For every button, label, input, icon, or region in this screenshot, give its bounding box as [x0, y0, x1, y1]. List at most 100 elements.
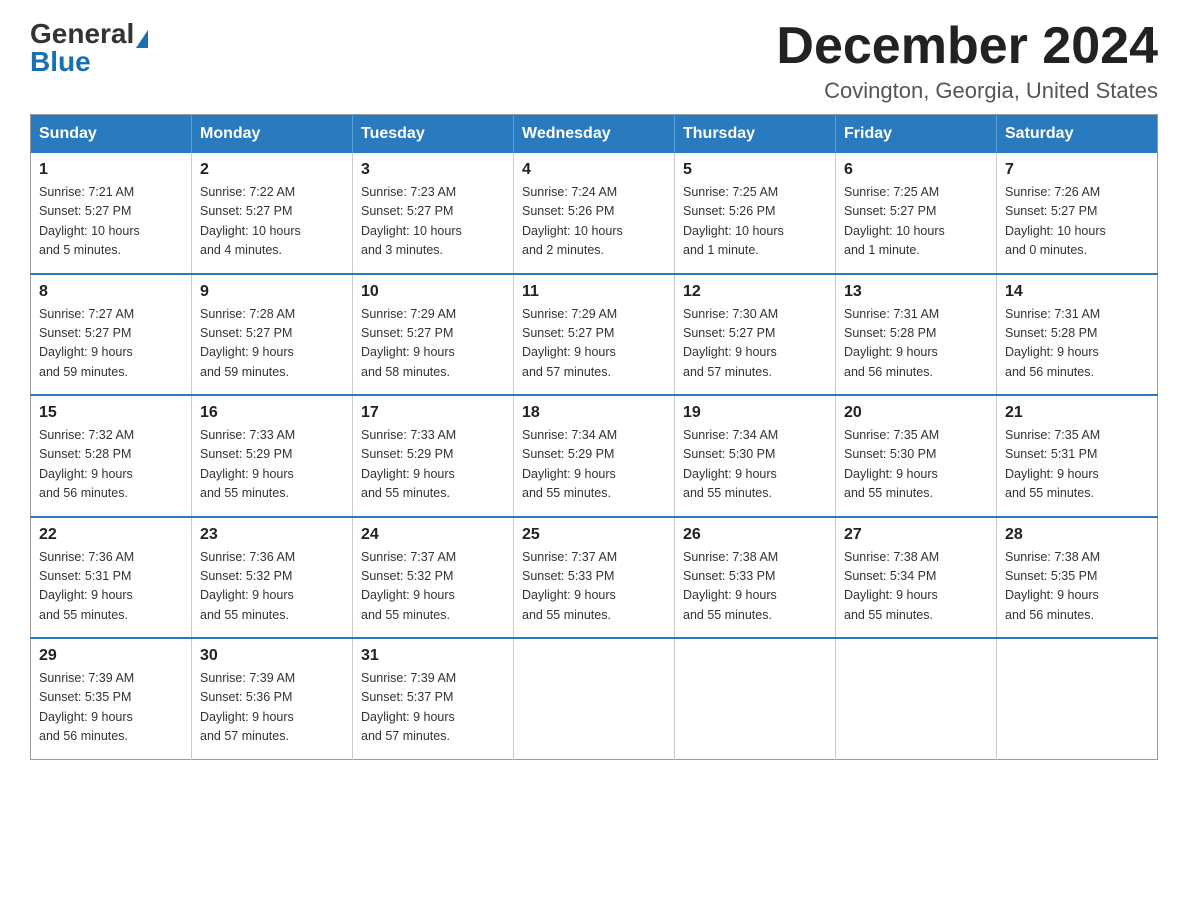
day-info: Sunrise: 7:29 AMSunset: 5:27 PMDaylight:… [522, 305, 666, 383]
location: Covington, Georgia, United States [776, 78, 1158, 104]
calendar-cell [514, 638, 675, 759]
calendar-week-row: 29 Sunrise: 7:39 AMSunset: 5:35 PMDaylig… [31, 638, 1158, 759]
calendar-cell: 14 Sunrise: 7:31 AMSunset: 5:28 PMDaylig… [997, 274, 1158, 396]
calendar-cell: 23 Sunrise: 7:36 AMSunset: 5:32 PMDaylig… [192, 517, 353, 639]
day-info: Sunrise: 7:36 AMSunset: 5:31 PMDaylight:… [39, 548, 183, 626]
day-info: Sunrise: 7:28 AMSunset: 5:27 PMDaylight:… [200, 305, 344, 383]
logo-general-line: General [30, 20, 148, 48]
calendar-cell [675, 638, 836, 759]
title-section: December 2024 Covington, Georgia, United… [776, 20, 1158, 104]
calendar-cell: 24 Sunrise: 7:37 AMSunset: 5:32 PMDaylig… [353, 517, 514, 639]
day-number: 20 [844, 404, 988, 422]
calendar-cell: 30 Sunrise: 7:39 AMSunset: 5:36 PMDaylig… [192, 638, 353, 759]
day-number: 24 [361, 526, 505, 544]
day-info: Sunrise: 7:38 AMSunset: 5:35 PMDaylight:… [1005, 548, 1149, 626]
day-number: 14 [1005, 283, 1149, 301]
calendar-cell: 13 Sunrise: 7:31 AMSunset: 5:28 PMDaylig… [836, 274, 997, 396]
day-number: 16 [200, 404, 344, 422]
day-number: 5 [683, 161, 827, 179]
day-number: 23 [200, 526, 344, 544]
day-number: 26 [683, 526, 827, 544]
day-info: Sunrise: 7:26 AMSunset: 5:27 PMDaylight:… [1005, 183, 1149, 261]
calendar-cell: 31 Sunrise: 7:39 AMSunset: 5:37 PMDaylig… [353, 638, 514, 759]
day-info: Sunrise: 7:34 AMSunset: 5:30 PMDaylight:… [683, 426, 827, 504]
calendar-week-row: 22 Sunrise: 7:36 AMSunset: 5:31 PMDaylig… [31, 517, 1158, 639]
day-number: 31 [361, 647, 505, 665]
calendar-cell: 9 Sunrise: 7:28 AMSunset: 5:27 PMDayligh… [192, 274, 353, 396]
day-info: Sunrise: 7:27 AMSunset: 5:27 PMDaylight:… [39, 305, 183, 383]
day-info: Sunrise: 7:23 AMSunset: 5:27 PMDaylight:… [361, 183, 505, 261]
day-info: Sunrise: 7:25 AMSunset: 5:26 PMDaylight:… [683, 183, 827, 261]
day-info: Sunrise: 7:39 AMSunset: 5:36 PMDaylight:… [200, 669, 344, 747]
day-number: 3 [361, 161, 505, 179]
day-info: Sunrise: 7:21 AMSunset: 5:27 PMDaylight:… [39, 183, 183, 261]
day-number: 13 [844, 283, 988, 301]
day-info: Sunrise: 7:35 AMSunset: 5:30 PMDaylight:… [844, 426, 988, 504]
day-info: Sunrise: 7:33 AMSunset: 5:29 PMDaylight:… [361, 426, 505, 504]
logo-general-text: General [30, 18, 134, 49]
day-number: 27 [844, 526, 988, 544]
day-info: Sunrise: 7:37 AMSunset: 5:33 PMDaylight:… [522, 548, 666, 626]
day-info: Sunrise: 7:30 AMSunset: 5:27 PMDaylight:… [683, 305, 827, 383]
calendar-cell: 6 Sunrise: 7:25 AMSunset: 5:27 PMDayligh… [836, 153, 997, 274]
day-info: Sunrise: 7:38 AMSunset: 5:33 PMDaylight:… [683, 548, 827, 626]
logo: General Blue [30, 20, 148, 76]
calendar-week-row: 8 Sunrise: 7:27 AMSunset: 5:27 PMDayligh… [31, 274, 1158, 396]
day-number: 28 [1005, 526, 1149, 544]
day-info: Sunrise: 7:31 AMSunset: 5:28 PMDaylight:… [1005, 305, 1149, 383]
col-tuesday: Tuesday [353, 115, 514, 154]
col-sunday: Sunday [31, 115, 192, 154]
col-thursday: Thursday [675, 115, 836, 154]
day-info: Sunrise: 7:39 AMSunset: 5:37 PMDaylight:… [361, 669, 505, 747]
calendar-cell [836, 638, 997, 759]
calendar-cell: 8 Sunrise: 7:27 AMSunset: 5:27 PMDayligh… [31, 274, 192, 396]
day-number: 12 [683, 283, 827, 301]
calendar-cell: 18 Sunrise: 7:34 AMSunset: 5:29 PMDaylig… [514, 395, 675, 517]
calendar-cell [997, 638, 1158, 759]
calendar-cell: 15 Sunrise: 7:32 AMSunset: 5:28 PMDaylig… [31, 395, 192, 517]
day-number: 9 [200, 283, 344, 301]
day-number: 6 [844, 161, 988, 179]
day-info: Sunrise: 7:25 AMSunset: 5:27 PMDaylight:… [844, 183, 988, 261]
day-number: 2 [200, 161, 344, 179]
calendar-cell: 28 Sunrise: 7:38 AMSunset: 5:35 PMDaylig… [997, 517, 1158, 639]
day-number: 25 [522, 526, 666, 544]
day-number: 18 [522, 404, 666, 422]
day-number: 21 [1005, 404, 1149, 422]
day-number: 7 [1005, 161, 1149, 179]
calendar-cell: 25 Sunrise: 7:37 AMSunset: 5:33 PMDaylig… [514, 517, 675, 639]
day-info: Sunrise: 7:34 AMSunset: 5:29 PMDaylight:… [522, 426, 666, 504]
calendar-cell: 7 Sunrise: 7:26 AMSunset: 5:27 PMDayligh… [997, 153, 1158, 274]
day-number: 19 [683, 404, 827, 422]
day-number: 8 [39, 283, 183, 301]
day-info: Sunrise: 7:36 AMSunset: 5:32 PMDaylight:… [200, 548, 344, 626]
calendar-cell: 12 Sunrise: 7:30 AMSunset: 5:27 PMDaylig… [675, 274, 836, 396]
col-wednesday: Wednesday [514, 115, 675, 154]
day-info: Sunrise: 7:33 AMSunset: 5:29 PMDaylight:… [200, 426, 344, 504]
calendar-cell: 5 Sunrise: 7:25 AMSunset: 5:26 PMDayligh… [675, 153, 836, 274]
calendar-table: Sunday Monday Tuesday Wednesday Thursday… [30, 114, 1158, 760]
logo-blue-text: Blue [30, 46, 91, 77]
calendar-cell: 11 Sunrise: 7:29 AMSunset: 5:27 PMDaylig… [514, 274, 675, 396]
col-saturday: Saturday [997, 115, 1158, 154]
calendar-cell: 10 Sunrise: 7:29 AMSunset: 5:27 PMDaylig… [353, 274, 514, 396]
calendar-cell: 17 Sunrise: 7:33 AMSunset: 5:29 PMDaylig… [353, 395, 514, 517]
calendar-cell: 29 Sunrise: 7:39 AMSunset: 5:35 PMDaylig… [31, 638, 192, 759]
day-info: Sunrise: 7:32 AMSunset: 5:28 PMDaylight:… [39, 426, 183, 504]
day-number: 1 [39, 161, 183, 179]
col-friday: Friday [836, 115, 997, 154]
day-info: Sunrise: 7:29 AMSunset: 5:27 PMDaylight:… [361, 305, 505, 383]
day-info: Sunrise: 7:31 AMSunset: 5:28 PMDaylight:… [844, 305, 988, 383]
day-info: Sunrise: 7:38 AMSunset: 5:34 PMDaylight:… [844, 548, 988, 626]
day-number: 30 [200, 647, 344, 665]
day-number: 11 [522, 283, 666, 301]
day-number: 29 [39, 647, 183, 665]
calendar-cell: 20 Sunrise: 7:35 AMSunset: 5:30 PMDaylig… [836, 395, 997, 517]
day-info: Sunrise: 7:24 AMSunset: 5:26 PMDaylight:… [522, 183, 666, 261]
calendar-cell: 2 Sunrise: 7:22 AMSunset: 5:27 PMDayligh… [192, 153, 353, 274]
calendar-cell: 22 Sunrise: 7:36 AMSunset: 5:31 PMDaylig… [31, 517, 192, 639]
calendar-cell: 3 Sunrise: 7:23 AMSunset: 5:27 PMDayligh… [353, 153, 514, 274]
day-info: Sunrise: 7:37 AMSunset: 5:32 PMDaylight:… [361, 548, 505, 626]
calendar-cell: 19 Sunrise: 7:34 AMSunset: 5:30 PMDaylig… [675, 395, 836, 517]
calendar-cell: 26 Sunrise: 7:38 AMSunset: 5:33 PMDaylig… [675, 517, 836, 639]
